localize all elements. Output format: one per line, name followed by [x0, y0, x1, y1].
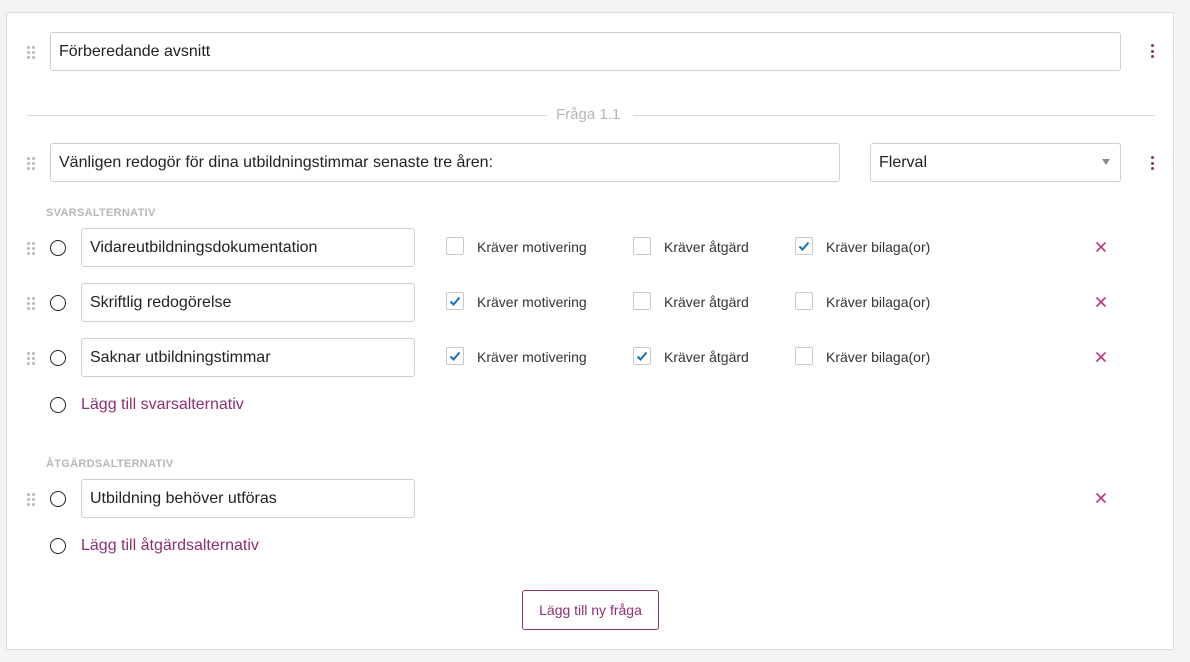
answer-radio: [50, 295, 66, 311]
question-text-input[interactable]: Vänligen redogör för dina utbildningstim…: [50, 143, 840, 182]
divider-left: [27, 115, 547, 116]
requires-action-label: Kräver åtgärd: [664, 239, 749, 255]
answers-section-label: SVARSALTERNATIV: [46, 207, 156, 219]
actions-section-label: ÅTGÄRDSALTERNATIV: [46, 458, 174, 470]
caret-down-icon: [1102, 159, 1110, 165]
answer-input[interactable]: Skriftlig redogörelse: [81, 283, 415, 322]
close-icon[interactable]: [1095, 241, 1107, 253]
requires-motivation-label: Kräver motivering: [477, 294, 587, 310]
requires-motivation-checkbox[interactable]: [446, 347, 464, 365]
drag-handle-icon[interactable]: [27, 242, 35, 255]
drag-handle-icon[interactable]: [27, 157, 35, 170]
add-action-radio: [50, 538, 66, 554]
requires-attachment-checkbox[interactable]: [795, 292, 813, 310]
add-answer-radio: [50, 397, 66, 413]
close-icon[interactable]: [1095, 296, 1107, 308]
action-radio: [50, 491, 66, 507]
action-input[interactable]: Utbildning behöver utföras: [81, 479, 415, 518]
answer-input[interactable]: Vidareutbildningsdokumentation: [81, 228, 415, 267]
requires-action-checkbox[interactable]: [633, 347, 651, 365]
check-icon: [449, 296, 461, 306]
requires-action-label: Kräver åtgärd: [664, 349, 749, 365]
question-number-label: Fråga 1.1: [556, 106, 621, 123]
drag-handle-icon[interactable]: [27, 352, 35, 365]
requires-motivation-checkbox[interactable]: [446, 292, 464, 310]
close-icon[interactable]: [1095, 351, 1107, 363]
requires-action-label: Kräver åtgärd: [664, 294, 749, 310]
requires-attachment-checkbox[interactable]: [795, 347, 813, 365]
answer-radio: [50, 350, 66, 366]
answer-radio: [50, 240, 66, 256]
more-vertical-icon[interactable]: [1150, 156, 1154, 170]
more-vertical-icon[interactable]: [1150, 44, 1154, 58]
question-type-value: Flerval: [879, 153, 928, 171]
requires-action-checkbox[interactable]: [633, 237, 651, 255]
add-answer-link[interactable]: Lägg till svarsalternativ: [81, 396, 244, 414]
add-action-link[interactable]: Lägg till åtgärdsalternativ: [81, 537, 259, 555]
requires-attachment-label: Kräver bilaga(or): [826, 349, 931, 365]
answer-input[interactable]: Saknar utbildningstimmar: [81, 338, 415, 377]
requires-action-checkbox[interactable]: [633, 292, 651, 310]
add-question-button[interactable]: Lägg till ny fråga: [522, 590, 659, 630]
divider-right: [633, 115, 1155, 116]
check-icon: [449, 351, 461, 361]
drag-handle-icon[interactable]: [27, 493, 35, 506]
question-type-select[interactable]: Flerval: [870, 143, 1121, 182]
drag-handle-icon[interactable]: [27, 297, 35, 310]
close-icon[interactable]: [1095, 492, 1107, 504]
check-icon: [798, 241, 810, 251]
requires-attachment-label: Kräver bilaga(or): [826, 294, 931, 310]
requires-attachment-checkbox[interactable]: [795, 237, 813, 255]
requires-attachment-label: Kräver bilaga(or): [826, 239, 931, 255]
requires-motivation-checkbox[interactable]: [446, 237, 464, 255]
drag-handle-icon[interactable]: [27, 46, 35, 59]
requires-motivation-label: Kräver motivering: [477, 349, 587, 365]
requires-motivation-label: Kräver motivering: [477, 239, 587, 255]
check-icon: [636, 351, 648, 361]
section-title-input[interactable]: Förberedande avsnitt: [50, 32, 1121, 71]
